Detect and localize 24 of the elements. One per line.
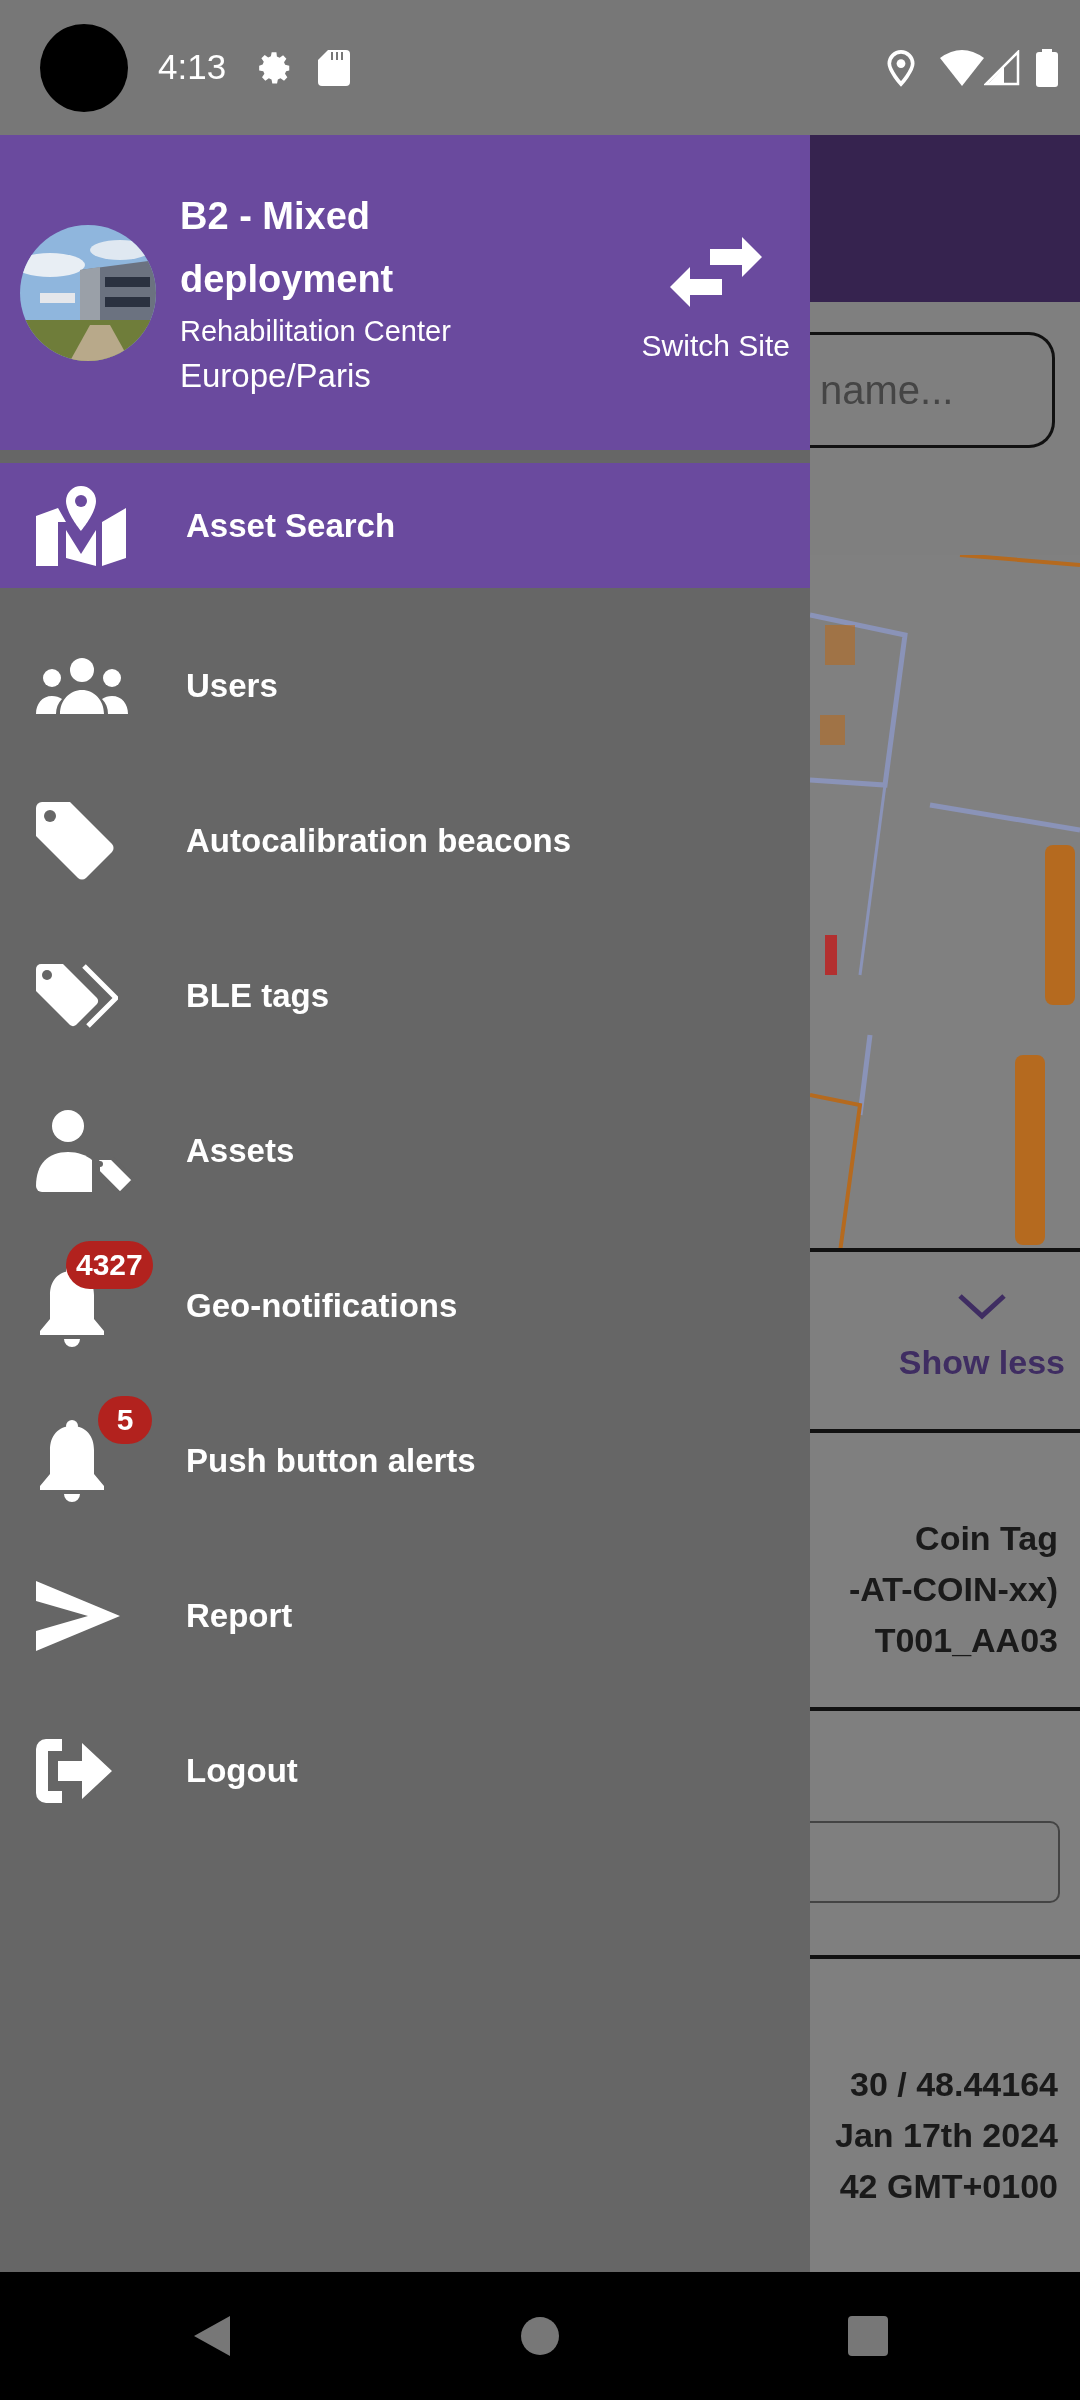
switch-site-button[interactable]: Switch Site: [641, 237, 790, 368]
menu-item[interactable]: Autocalibration beacons: [0, 763, 810, 918]
site-timezone: Europe/Paris: [180, 355, 372, 396]
show-less-button[interactable]: Show less: [898, 1293, 1080, 1388]
tag-detail-text: -AT-COIN-xx): [847, 1569, 1059, 1610]
menu-item[interactable]: Assets: [0, 1073, 810, 1228]
menu-item[interactable]: Report: [0, 1538, 810, 1693]
menu-item[interactable]: 4327 Geo-notifications: [0, 1228, 810, 1383]
tag-detail-text: Coin Tag: [914, 1518, 1059, 1559]
location-detail-text: 30 / 48.44164: [849, 2064, 1059, 2105]
menu-item[interactable]: Users: [0, 608, 810, 763]
clock: 4:13: [158, 46, 227, 89]
site-name: B2 - Mixed deployment: [180, 193, 395, 302]
notification-count: 5: [98, 1395, 152, 1444]
notification-count: 4327: [66, 1240, 153, 1289]
menu-item[interactable]: Logout: [0, 1693, 810, 1848]
tag-detail-text: T001_AA03: [873, 1620, 1059, 1661]
location-detail-text: Jan 17th 2024: [833, 2115, 1059, 2156]
menu-item[interactable]: 5 Push button alerts: [0, 1383, 810, 1538]
menu-item[interactable]: BLE tags: [0, 918, 810, 1073]
menu-item[interactable]: Asset Search: [0, 463, 810, 588]
site-category: Rehabilitation Center: [180, 313, 452, 349]
location-detail-text: 42 GMT+0100: [838, 2166, 1059, 2207]
search-field[interactable]: name...: [810, 332, 1055, 448]
